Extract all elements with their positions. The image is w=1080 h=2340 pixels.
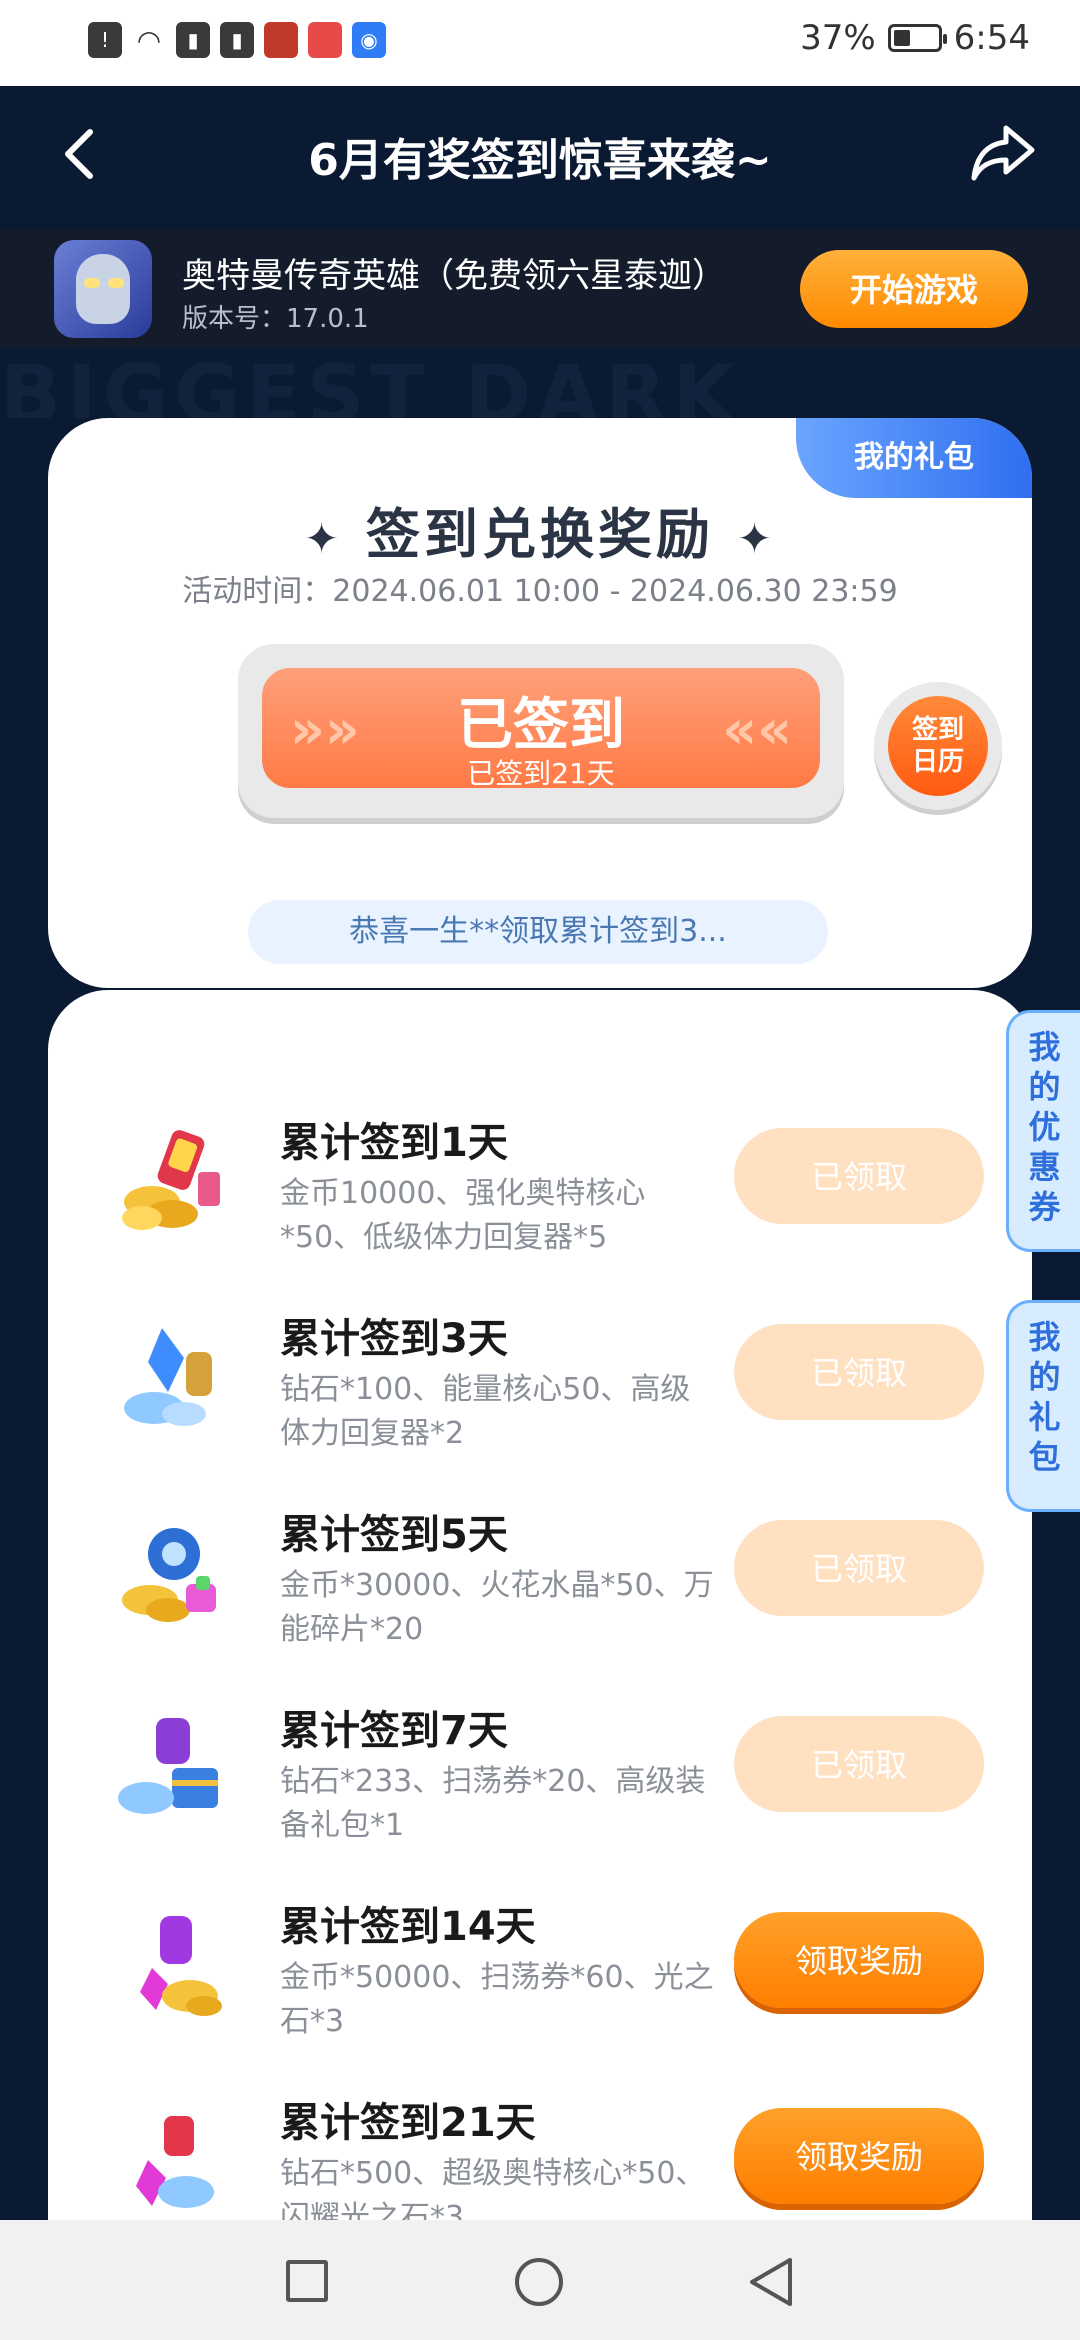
- recents-button[interactable]: [286, 2260, 328, 2302]
- reward-title: 累计签到3天: [280, 1316, 508, 1362]
- game-version: 版本号：17.0.1: [182, 304, 369, 334]
- claim-reward-button[interactable]: 领取奖励: [734, 1912, 984, 2008]
- coupons-char: 优: [1028, 1108, 1061, 1146]
- gifts-char: 包: [1028, 1438, 1061, 1476]
- clock: 6:54: [953, 18, 1030, 58]
- battery-icon: [887, 24, 947, 52]
- gifts-char: 礼: [1028, 1398, 1061, 1436]
- diamond-crystal-icon: [124, 1328, 212, 1426]
- list-item: 累计签到21天 钻石*500、超级奥特核心*50、闪耀光之石*3 领取奖励: [48, 2080, 1032, 2220]
- game-info-bar: 奥特曼传奇英雄（免费领六星泰迦） 版本号：17.0.1 开始游戏: [0, 230, 1080, 348]
- list-item: 累计签到14天 金币*50000、扫荡券*60、光之石*3 领取奖励: [48, 1884, 1032, 2080]
- gold-orb-puzzle-icon: [122, 1528, 216, 1622]
- wifi-icon: ◠: [136, 23, 162, 57]
- my-gifts-tab[interactable]: 我 的 礼 包: [1006, 1300, 1080, 1512]
- claim-reward-button[interactable]: 领取奖励: [734, 2108, 984, 2204]
- signin-calendar-button[interactable]: 签到 日历: [874, 682, 1002, 810]
- diamond-shining-stone-icon: [136, 2116, 214, 2208]
- share-icon: [971, 125, 1035, 181]
- sparkle-icon: ✦: [303, 514, 344, 563]
- sparkle-icon: ✦: [736, 514, 777, 563]
- gifts-char: 我: [1028, 1318, 1061, 1356]
- coupons-char: 的: [1028, 1068, 1061, 1106]
- rewards-list: 累计签到1天 金币10000、强化奥特核心*50、低级体力回复器*5 已领取 累…: [48, 990, 1032, 2220]
- list-item: 累计签到3天 钻石*100、能量核心50、高级体力回复器*2 已领取: [48, 1296, 1032, 1492]
- signin-title-text: 签到兑换奖励: [366, 503, 714, 566]
- coupons-char: 我: [1028, 1028, 1061, 1066]
- activity-time: 活动时间：2024.06.01 10:00 - 2024.06.30 23:59: [182, 574, 898, 609]
- claimed-button[interactable]: 已领取: [734, 1128, 984, 1224]
- coupons-char: 券: [1028, 1188, 1061, 1226]
- game-logo: [54, 240, 152, 338]
- claimed-button[interactable]: 已领取: [734, 1520, 984, 1616]
- reward-desc: 钻石*500、超级奥特核心*50、闪耀光之石*3: [280, 2156, 706, 2220]
- diamond-chest-icon: [118, 1718, 218, 1814]
- reward-title: 累计签到5天: [280, 1512, 508, 1558]
- battery-percent: 37%: [800, 18, 876, 58]
- game-app-icon: [264, 22, 298, 58]
- share-button[interactable]: [970, 122, 1036, 182]
- bulb-app-icon: ◉: [352, 22, 386, 58]
- reward-desc: 金币10000、强化奥特核心*50、低级体力回复器*5: [280, 1176, 646, 1255]
- reward-title: 累计签到1天: [280, 1120, 508, 1166]
- gifts-char: 的: [1028, 1358, 1061, 1396]
- back-triangle-icon[interactable]: [746, 2256, 796, 2308]
- gold-light-stone-icon: [140, 1916, 222, 2016]
- reward-desc: 金币*30000、火花水晶*50、万能碎片*20: [280, 1568, 714, 1647]
- claimed-button[interactable]: 已领取: [734, 1324, 984, 1420]
- huawei-app-icon: [308, 22, 342, 58]
- home-button[interactable]: [515, 2258, 563, 2306]
- game-name: 奥特曼传奇英雄（免费领六星泰迦）: [182, 256, 726, 296]
- sim-icon: ▮: [176, 22, 210, 58]
- start-game-button[interactable]: 开始游戏: [800, 250, 1028, 328]
- reward-desc: 金币*50000、扫荡券*60、光之石*3: [280, 1960, 714, 2039]
- reward-title: 累计签到14天: [280, 1904, 536, 1950]
- sim2-icon: ▮: [220, 22, 254, 58]
- reward-title: 累计签到21天: [280, 2100, 536, 2146]
- calendar-label-2: 日历: [911, 747, 964, 777]
- signed-days: 已签到21天: [467, 757, 615, 790]
- list-item: 累计签到5天 金币*30000、火花水晶*50、万能碎片*20 已领取: [48, 1492, 1032, 1688]
- page-title: 6月有奖签到惊喜来袭~: [308, 135, 772, 186]
- system-nav-bar: [0, 2220, 1080, 2340]
- claimed-button[interactable]: 已领取: [734, 1716, 984, 1812]
- gold-coins-battery-icon: [122, 1130, 220, 1230]
- signin-card: 我的礼包 ✦ 签到兑换奖励 ✦ 活动时间：2024.06.01 10:00 - …: [48, 418, 1032, 988]
- status-bar: ! ◠ ▮ ▮ ◉ 37% 6:54: [0, 0, 1080, 86]
- my-gift-tab[interactable]: 我的礼包: [796, 418, 1032, 498]
- alert-icon: !: [88, 22, 122, 58]
- coupons-char: 惠: [1028, 1148, 1061, 1186]
- reward-title: 累计签到7天: [280, 1708, 508, 1754]
- notice-ticker: 恭喜一生**领取累计签到3...: [248, 900, 828, 964]
- reward-desc: 钻石*100、能量核心50、高级体力回复器*2: [280, 1372, 691, 1451]
- signed-label: 已签到: [457, 693, 625, 758]
- calendar-label-1: 签到: [911, 715, 964, 745]
- page-header: 6月有奖签到惊喜来袭~: [0, 86, 1080, 230]
- notification-icons: ! ◠ ▮ ▮ ◉: [88, 22, 386, 58]
- list-item: 累计签到1天 金币10000、强化奥特核心*50、低级体力回复器*5 已领取: [48, 1100, 1032, 1296]
- reward-desc: 钻石*233、扫荡券*20、高级装备礼包*1: [280, 1764, 706, 1843]
- list-item: 累计签到7天 钻石*233、扫荡券*20、高级装备礼包*1 已领取: [48, 1688, 1032, 1884]
- background-decoration-text: BIGGEST DARK: [0, 348, 741, 418]
- my-coupons-tab[interactable]: 我 的 优 惠 券: [1006, 1010, 1080, 1252]
- status-right: 37% 6:54: [800, 18, 1030, 58]
- signed-button[interactable]: »» «« 已签到 已签到21天: [238, 644, 844, 818]
- signin-title: ✦ 签到兑换奖励 ✦: [48, 490, 1032, 569]
